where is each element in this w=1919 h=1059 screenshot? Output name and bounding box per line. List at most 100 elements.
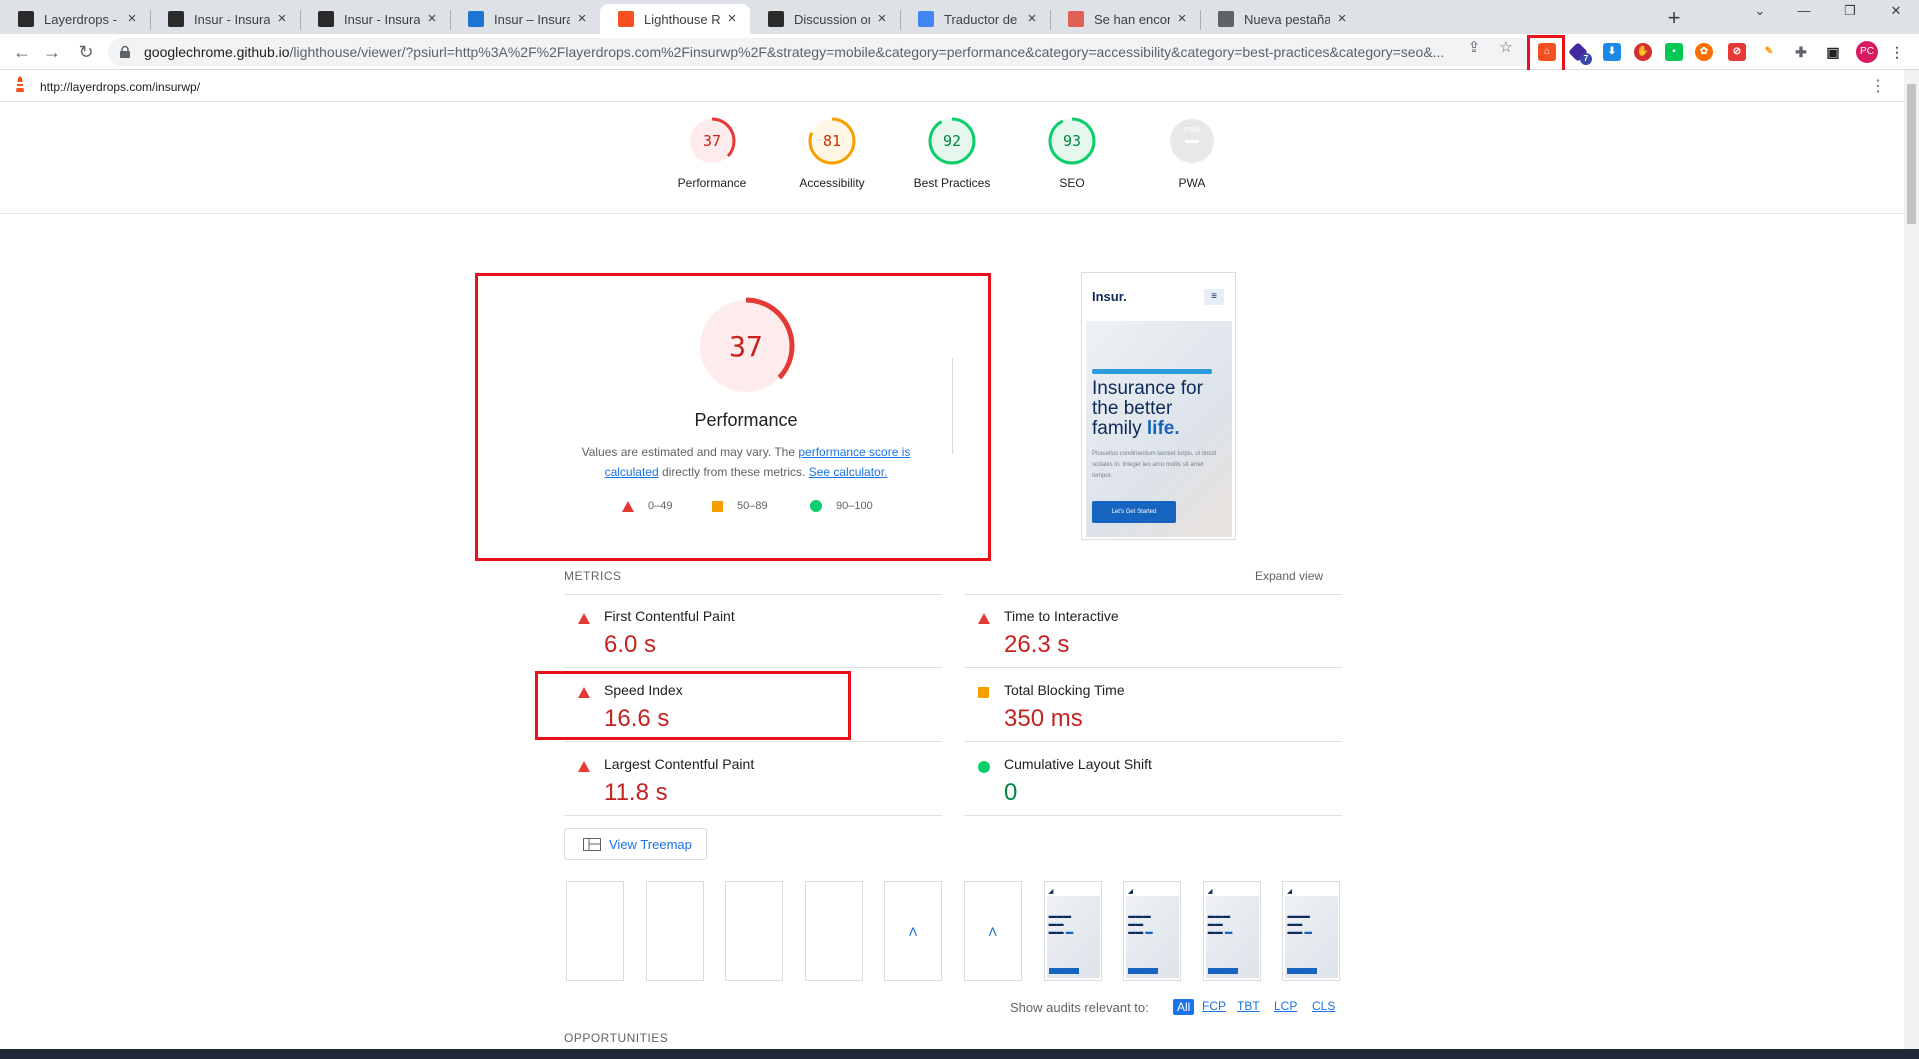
profile-avatar[interactable]: PC (1856, 41, 1878, 63)
audit-filter-fcp[interactable]: FCP (1202, 999, 1226, 1013)
hamburger-menu-icon: ≡ (1204, 289, 1224, 305)
audit-filter-label: Show audits relevant to: (1010, 1000, 1149, 1015)
download-extension-icon[interactable]: ⬇ (1603, 43, 1621, 61)
divider (564, 741, 942, 742)
cta-thumbnail (1287, 968, 1318, 974)
metric-name: Cumulative Layout Shift (1004, 756, 1152, 772)
lock-icon[interactable] (118, 45, 132, 59)
triangle-icon (578, 613, 590, 624)
minimize-button[interactable]: — (1784, 3, 1824, 18)
see-calculator-link[interactable]: See calculator. (809, 465, 888, 479)
gauge-label: SEO (1059, 176, 1085, 190)
hero-headline: Insurance for the better family life. (1092, 378, 1203, 439)
insur-logo-icon: ◢ (1287, 889, 1293, 895)
metric-value: 6.0 s (604, 631, 657, 658)
address-bar[interactable]: googlechrome.github.io/lighthouse/viewer… (108, 38, 1532, 66)
close-tab-icon[interactable]: × (1174, 11, 1190, 27)
tab-2[interactable]: Insur - Insurance Com× (150, 4, 300, 34)
tab-title: Se han encontrado 26 (1094, 11, 1170, 27)
filmstrip-frame: ⋀ (964, 881, 1022, 981)
gauge-performance[interactable]: 37 Performance (652, 116, 772, 190)
final-screenshot[interactable]: Insur. ≡ Insurance for the better family… (1081, 272, 1236, 540)
close-tab-icon[interactable]: × (1334, 11, 1350, 27)
audit-filter-cls[interactable]: CLS (1312, 999, 1335, 1013)
puzzle-extensions-icon[interactable]: ✚ (1792, 43, 1810, 61)
gauge-seo[interactable]: 93 SEO (1012, 116, 1132, 190)
close-tab-icon[interactable]: × (874, 11, 890, 27)
gauge-pwa[interactable]: PWA PWA (1132, 116, 1252, 190)
hero-accent-bar (1092, 369, 1212, 374)
green-extension-icon[interactable]: ▪ (1665, 43, 1683, 61)
close-window-button[interactable]: ✕ (1876, 3, 1916, 19)
gauge-best-practices[interactable]: 92 Best Practices (892, 116, 1012, 190)
metric-value: 11.8 s (604, 779, 668, 806)
audit-filter-lcp[interactable]: LCP (1274, 999, 1297, 1013)
tab-title: Traductor de Google (944, 11, 1020, 27)
forward-icon[interactable]: → (40, 40, 64, 64)
reload-icon[interactable]: ↻ (74, 40, 98, 64)
orange-extension-icon[interactable]: ✿ (1695, 43, 1713, 61)
divider (952, 358, 953, 454)
tab-5[interactable]: Lighthouse Report Vie× (600, 4, 750, 34)
color-picker-extension-icon[interactable]: ✎ (1760, 43, 1778, 61)
hero-headline-thumbnail: ▬▬▬ ▬▬ ▬▬ ▬ (1207, 911, 1233, 936)
treemap-icon (583, 837, 601, 851)
tab-8[interactable]: Se han encontrado 26× (1050, 4, 1200, 34)
view-treemap-button[interactable]: View Treemap (564, 828, 707, 860)
metric-value: 0 (1004, 779, 1018, 806)
legend-pass: 90–100 (810, 500, 873, 512)
close-tab-icon[interactable]: × (124, 11, 140, 27)
chrome-menu-icon[interactable]: ⋮ (1888, 43, 1906, 61)
insur-logo-icon: ◢ (1048, 889, 1054, 895)
side-panel-icon[interactable]: ▣ (1824, 43, 1842, 61)
hero-image (1285, 896, 1339, 978)
tab-strip: Layerdrops - Portfolio×Insur - Insurance… (0, 0, 1919, 34)
close-tab-icon[interactable]: × (274, 11, 290, 27)
square-icon (712, 500, 723, 512)
gauge-score: 92 (943, 132, 961, 150)
close-tab-icon[interactable]: × (724, 11, 740, 27)
close-tab-icon[interactable]: × (1024, 11, 1040, 27)
audit-filter-tbt[interactable]: TBT (1237, 999, 1260, 1013)
hero-headline-thumbnail: ▬▬▬ ▬▬ ▬▬ ▬ (1128, 911, 1153, 936)
metric-name: Total Blocking Time (1004, 682, 1125, 698)
red-extension-icon[interactable]: ⊘ (1728, 43, 1746, 61)
back-icon[interactable]: ← (10, 40, 34, 64)
filmstrip-frame: ◢ ▬▬▬ ▬▬ ▬▬ ▬ (1043, 881, 1102, 981)
bookmark-star-icon[interactable]: ☆ (1498, 40, 1514, 56)
hero-headline-thumbnail: ▬▬▬ ▬▬ ▬▬ ▬ (1048, 911, 1074, 936)
close-tab-icon[interactable]: × (424, 11, 440, 27)
extension-badge: 7 (1580, 53, 1592, 65)
maximize-button[interactable]: ❐ (1830, 3, 1870, 19)
tab-6[interactable]: Discussion on Insur - I× (750, 4, 900, 34)
triangle-icon (978, 613, 990, 624)
report-url[interactable]: http://layerdrops.com/insurwp/ (40, 80, 200, 94)
gauge-accessibility[interactable]: 81 Accessibility (772, 116, 892, 190)
scrollbar-thumb[interactable] (1907, 84, 1916, 224)
tab-7[interactable]: Traductor de Google× (900, 4, 1050, 34)
tab-title: Nueva pestaña (1244, 11, 1330, 27)
performance-title: Performance (694, 410, 798, 430)
expand-view-button[interactable]: Expand view (1255, 569, 1323, 583)
tab-1[interactable]: Layerdrops - Portfolio× (0, 4, 150, 34)
google-translate-favicon-icon (918, 11, 934, 27)
new-tab-button[interactable]: + (1660, 5, 1688, 31)
close-tab-icon[interactable]: × (574, 11, 590, 27)
check-circle-favicon-icon (1068, 11, 1084, 27)
gauge-label: Accessibility (799, 176, 865, 190)
gauge-score: 37 (703, 132, 721, 150)
tab-title: Discussion on Insur - I (794, 11, 870, 27)
adblock-extension-icon[interactable]: ✋ (1634, 43, 1652, 61)
tab-title: Lighthouse Report Vie (644, 11, 720, 27)
tab-search-icon[interactable]: ⌄ (1740, 3, 1780, 19)
tab-3[interactable]: Insur - Insurance Com× (300, 4, 450, 34)
tab-title: Insur - Insurance Com (344, 11, 420, 27)
performance-gauge: 37 (696, 296, 796, 401)
audit-filter-all[interactable]: All (1173, 999, 1195, 1015)
hero-cta-button: Let's Get Started (1092, 501, 1176, 523)
share-icon[interactable]: ⇪ (1466, 40, 1482, 56)
report-menu-icon[interactable]: ⋮ (1870, 76, 1886, 96)
tab-9[interactable]: Nueva pestaña × (1200, 4, 1360, 34)
annotation-box-lighthouse-extension (1527, 35, 1565, 75)
tab-4[interactable]: Insur – Insurance Com× (450, 4, 600, 34)
